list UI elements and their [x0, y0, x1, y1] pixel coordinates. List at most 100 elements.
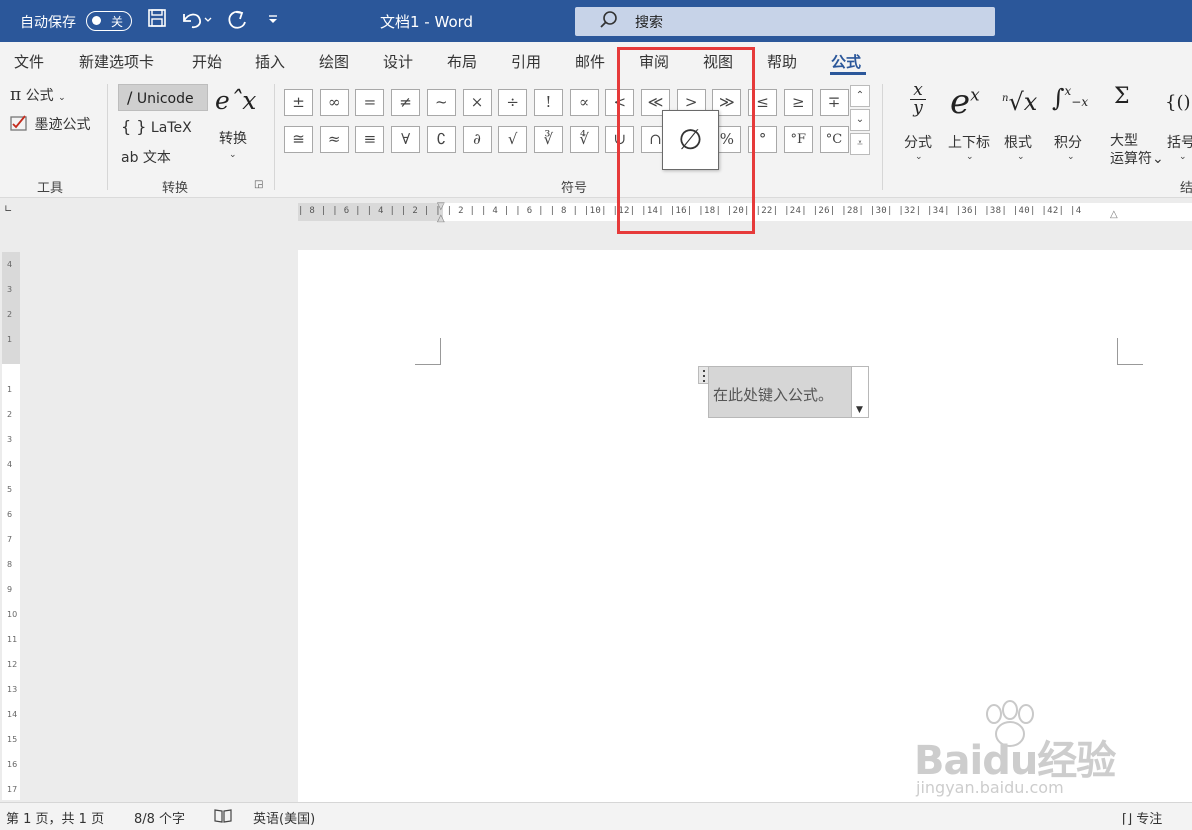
tab-draw[interactable]: 绘图: [319, 51, 349, 72]
vertical-ruler-number: 4: [7, 460, 13, 469]
symbol-button[interactable]: ≡: [355, 126, 385, 153]
chevron-down-icon: ⌄: [1017, 152, 1025, 162]
focus-icon: ⌈⌋: [1122, 812, 1133, 827]
language[interactable]: 英语(美国): [253, 808, 315, 827]
integral-button[interactable]: ∫x−x 积分 ⌄: [1050, 82, 1090, 172]
customize-quick-access-icon[interactable]: [266, 8, 280, 33]
script-icon: ex: [950, 82, 980, 122]
tab-new-tab[interactable]: 新建选项卡: [79, 51, 154, 72]
text-button[interactable]: ab 文本: [121, 147, 171, 167]
vertical-ruler[interactable]: 4 3 2 1 1 2 3 4 5 6 7 8 9 10 11 12 13 14 15 16 17: [2, 252, 20, 800]
convert-button[interactable]: eˆx 转换 ⌄: [215, 86, 256, 176]
status-bar: 第 1 页，共 1 页 8/8 个字 英语(美国) ⌈⌋ 专注: [0, 802, 1192, 830]
horizontal-ruler-row: ∟ | 8 | | 6 | | 4 | | 2 | | | 2 | | 4 | …: [0, 198, 1192, 226]
vertical-ruler-number: 2: [7, 310, 13, 319]
fraction-button[interactable]: xy 分式 ⌄: [900, 82, 940, 172]
symbol-button[interactable]: ≅: [284, 126, 313, 153]
equation-button[interactable]: π 公式 ⌄: [10, 85, 66, 105]
symbol-button[interactable]: ∂: [462, 126, 492, 153]
vertical-ruler-number: 13: [7, 685, 18, 694]
vertical-ruler-number: 1: [7, 335, 13, 344]
vertical-ruler-number: 6: [7, 510, 13, 519]
gallery-scroll-down-icon[interactable]: ⌄: [850, 109, 870, 131]
chevron-down-icon: ⌄: [966, 152, 974, 162]
integral-label: 积分: [1054, 135, 1082, 151]
tab-help[interactable]: 帮助: [767, 51, 797, 72]
symbol-button[interactable]: √: [498, 126, 528, 153]
tab-references[interactable]: 引用: [511, 51, 541, 72]
unicode-button[interactable]: / Unicode: [118, 84, 208, 111]
symbol-button[interactable]: ∝: [569, 89, 599, 116]
save-icon[interactable]: [147, 8, 167, 33]
symbol-button[interactable]: ∀: [391, 126, 421, 153]
vertical-ruler-number: 14: [7, 710, 18, 719]
dialog-launcher-icon[interactable]: ◲: [254, 179, 263, 190]
symbol-button[interactable]: ∛: [533, 126, 563, 153]
undo-icon[interactable]: [180, 8, 214, 35]
symbol-button[interactable]: ∜: [569, 126, 599, 153]
vertical-ruler-number: 3: [7, 435, 13, 444]
pi-icon: π: [10, 85, 22, 105]
script-button[interactable]: ex 上下标 ⌄: [946, 82, 996, 172]
vertical-ruler-number: 1: [7, 385, 13, 394]
group-separator: [882, 84, 883, 190]
indent-marker-icon[interactable]: ▽: [437, 201, 445, 212]
integral-icon: ∫x−x: [1052, 84, 1089, 112]
symbol-button[interactable]: ~: [426, 89, 456, 116]
tools-group-label: 工具: [37, 181, 64, 196]
search-placeholder: 搜索: [635, 15, 663, 31]
tab-mailings[interactable]: 邮件: [575, 51, 605, 72]
symbol-button[interactable]: ×: [462, 89, 492, 116]
redo-icon[interactable]: [225, 8, 249, 37]
symbol-button[interactable]: ∓: [819, 89, 849, 116]
focus-button[interactable]: ⌈⌋ 专注: [1122, 808, 1162, 827]
radical-button[interactable]: n√x 根式 ⌄: [1002, 82, 1042, 172]
symbol-button[interactable]: ÷: [498, 89, 528, 116]
page-count[interactable]: 第 1 页，共 1 页: [6, 808, 104, 827]
equation-options-button[interactable]: ▼: [851, 366, 869, 418]
symbol-button[interactable]: ≥: [783, 89, 813, 116]
vertical-ruler-number: 17: [7, 785, 18, 794]
vertical-ruler-number: 3: [7, 285, 13, 294]
symbol-button[interactable]: =: [355, 89, 385, 116]
symbol-button[interactable]: ∞: [319, 89, 349, 116]
search-box[interactable]: 搜索: [575, 7, 995, 36]
symbol-button[interactable]: °F: [783, 126, 813, 153]
script-label: 上下标: [948, 135, 990, 151]
gallery-more-icon[interactable]: ⩡: [850, 133, 870, 155]
symbol-button[interactable]: ≈: [319, 126, 349, 153]
equation-placeholder[interactable]: 在此处键入公式。 ▼: [698, 366, 870, 418]
watermark: Baidu经验 jingyan.baidu.com: [910, 700, 1140, 800]
right-indent-marker-icon[interactable]: △: [1110, 209, 1118, 220]
equation-input[interactable]: 在此处键入公式。: [708, 366, 852, 418]
symbol-button[interactable]: ∁: [426, 126, 456, 153]
tab-insert[interactable]: 插入: [255, 51, 285, 72]
left-indent-marker-icon[interactable]: △: [437, 213, 445, 224]
symbol-button[interactable]: °C: [819, 126, 849, 153]
tab-design[interactable]: 设计: [383, 51, 413, 72]
proofing-icon[interactable]: [213, 808, 233, 828]
word-count[interactable]: 8/8 个字: [134, 808, 185, 827]
tab-layout[interactable]: 布局: [447, 51, 477, 72]
vertical-ruler-number: 2: [7, 410, 13, 419]
ink-equation-button[interactable]: 墨迹公式: [10, 114, 90, 134]
autosave-toggle[interactable]: 关: [86, 11, 132, 31]
tab-file[interactable]: 文件: [14, 51, 44, 72]
latex-button[interactable]: { } LaTeX: [121, 117, 192, 136]
symbol-button[interactable]: ≠: [391, 89, 421, 116]
tab-equation[interactable]: 公式: [831, 51, 861, 72]
gallery-scroll-up-icon[interactable]: ⌃: [850, 85, 870, 107]
ribbon-body: π 公式 ⌄ 墨迹公式 工具 / Unicode { } LaTeX ab 文本…: [0, 78, 1192, 198]
tab-home[interactable]: 开始: [192, 51, 222, 72]
ab-icon: ab: [121, 150, 139, 166]
conversions-group-label: 转换: [162, 181, 189, 196]
large-operator-button[interactable]: Σ 大型 运算符⌄: [1096, 82, 1164, 178]
group-separator: [107, 84, 108, 190]
tab-selector-icon[interactable]: ∟: [4, 204, 18, 218]
radical-icon: n√x: [1002, 88, 1038, 116]
bracket-button[interactable]: {() 括号 ⌄: [1163, 82, 1192, 172]
symbol-button[interactable]: ±: [284, 89, 313, 116]
symbol-button[interactable]: !: [533, 89, 563, 116]
group-separator: [274, 84, 275, 190]
document-title: 文档1 - Word: [380, 13, 474, 31]
